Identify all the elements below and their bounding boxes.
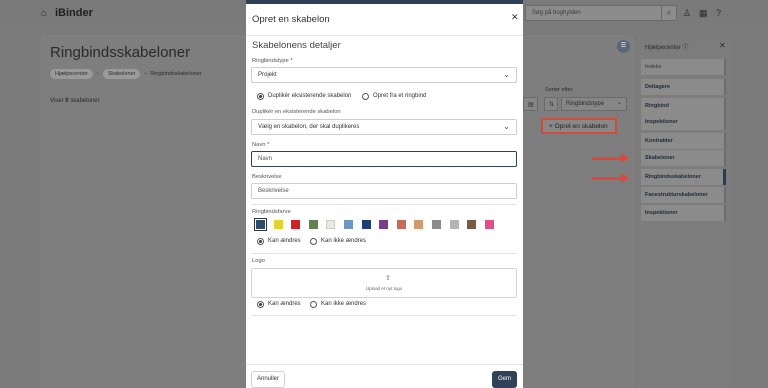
list-view-icon[interactable]: ▤ bbox=[523, 97, 538, 111]
bookshelf-search-input[interactable]: Søg på boghylden ⌕ bbox=[525, 5, 677, 21]
description-input[interactable]: Beskrivelse bbox=[251, 183, 517, 199]
help-item-index[interactable]: Indeks bbox=[641, 59, 726, 75]
result-count: Viser 0 skabeloner bbox=[50, 98, 100, 104]
count-suffix: skabeloner bbox=[68, 98, 100, 104]
color-can-change-radio[interactable] bbox=[257, 238, 264, 245]
name-input[interactable]: Navn bbox=[251, 151, 517, 167]
color-swatch[interactable] bbox=[396, 220, 406, 229]
color-swatch[interactable] bbox=[467, 220, 477, 229]
color-label: Ringbindsfarve bbox=[252, 209, 291, 215]
color-can-change-label: Kan ændres bbox=[268, 238, 301, 244]
color-swatch[interactable] bbox=[484, 220, 494, 229]
color-swatch[interactable] bbox=[432, 220, 441, 229]
breadcrumb-help-center[interactable]: Hjælpecenter bbox=[50, 69, 93, 79]
color-swatch[interactable] bbox=[379, 220, 389, 229]
breadcrumb-current: Ringbindsskabeloner bbox=[150, 71, 202, 77]
modal-title: Opret en skabelon bbox=[252, 14, 330, 25]
search-placeholder: Søg på boghylden bbox=[532, 10, 581, 16]
home-icon[interactable]: ⌂ bbox=[41, 8, 47, 19]
info-icon: ⓘ bbox=[682, 45, 689, 51]
arrow-annotation bbox=[592, 173, 629, 183]
color-swatch[interactable] bbox=[361, 220, 371, 229]
page-title: Ringbindsskabeloner bbox=[50, 44, 191, 61]
building-icon[interactable]: ▦ bbox=[699, 8, 708, 19]
logo-cannot-change-radio[interactable] bbox=[310, 301, 317, 308]
duplicate-value: Vælg en skabelon, der skal duplikeres bbox=[258, 124, 360, 130]
help-item-binder-templates[interactable]: Ringbindsskabeloner bbox=[641, 169, 726, 185]
upload-text: Upload et nyt logo bbox=[365, 286, 403, 291]
help-item-inspections-2[interactable]: Inspektioner bbox=[641, 205, 726, 221]
section-title: Skabelonens detaljer bbox=[252, 40, 341, 51]
logo-cannot-change-label: Kan ikke ændres bbox=[321, 301, 367, 307]
color-swatch[interactable] bbox=[449, 220, 459, 229]
binder-type-label: Ringbindstype * bbox=[252, 58, 293, 64]
help-title: Hjælpecenter bbox=[645, 45, 681, 51]
logo-label: Logo bbox=[252, 258, 265, 264]
help-item-tab-structure-templates[interactable]: Fanestrukturskabeloner bbox=[641, 187, 726, 203]
divider bbox=[251, 204, 517, 205]
help-item-binders[interactable]: Ringbind bbox=[641, 98, 726, 114]
close-icon[interactable]: ✕ bbox=[719, 41, 726, 50]
chevron-down-icon: ⌄ bbox=[503, 122, 510, 131]
color-swatch[interactable] bbox=[308, 220, 318, 229]
ibinder-logo[interactable]: iBinder bbox=[55, 7, 93, 19]
chevron-down-icon: ⌄ bbox=[503, 70, 510, 79]
help-item-templates[interactable]: Skabeloner bbox=[641, 150, 726, 166]
binder-type-value: Projekt bbox=[258, 72, 277, 78]
create-template-label: Opret en skabelon bbox=[554, 123, 608, 130]
divider bbox=[251, 253, 517, 254]
help-circle-icon[interactable]: ? bbox=[716, 8, 721, 18]
upload-icon: ⇪ bbox=[385, 275, 391, 282]
help-item-participants[interactable]: Deltagere bbox=[641, 79, 726, 95]
radio-create-from-binder[interactable] bbox=[362, 93, 369, 100]
logo-can-change-label: Kan ændres bbox=[268, 301, 301, 307]
color-swatch[interactable] bbox=[414, 220, 424, 229]
color-cannot-change-radio[interactable] bbox=[310, 238, 317, 245]
name-label: Navn * bbox=[252, 142, 270, 148]
create-template-button[interactable]: + Opret en skabelon bbox=[541, 118, 617, 134]
count-prefix: Viser bbox=[50, 98, 66, 104]
duplicate-template-select[interactable]: Vælg en skabelon, der skal duplikeres ⌄ bbox=[251, 119, 517, 135]
cancel-button[interactable]: Annuller bbox=[251, 371, 285, 388]
color-cannot-change-label: Kan ikke ændres bbox=[321, 238, 367, 244]
breadcrumb-templates[interactable]: Skabeloner bbox=[102, 69, 141, 79]
help-item-inspections[interactable]: Inspektioner bbox=[641, 114, 726, 130]
menu-icon[interactable]: ☰ bbox=[617, 40, 630, 53]
color-swatch[interactable] bbox=[273, 220, 283, 229]
breadcrumb: Hjælpecenter › Skabeloner › Ringbindsska… bbox=[50, 69, 202, 79]
logo-upload-area[interactable]: ⇪ Upload et nyt logo bbox=[251, 268, 517, 298]
sort-label: Sorter efter bbox=[545, 87, 573, 93]
help-item-contracts[interactable]: Kontrakter bbox=[641, 133, 726, 149]
divider bbox=[251, 315, 517, 316]
duplicate-label: Duplikér en eksisterende skabelon bbox=[252, 109, 341, 115]
description-label: Beskrivelse bbox=[252, 174, 282, 180]
color-swatch[interactable] bbox=[253, 217, 268, 232]
radio-create-label: Opret fra et ringbind bbox=[373, 93, 427, 99]
save-button[interactable]: Gem bbox=[492, 371, 517, 388]
binder-type-select[interactable]: Projekt ⌄ bbox=[251, 67, 517, 83]
search-icon[interactable]: ⌕ bbox=[661, 6, 676, 20]
sort-select[interactable]: Ringbindstype ⌄ bbox=[561, 97, 627, 111]
close-icon[interactable]: ✕ bbox=[511, 12, 519, 23]
help-center-title: Hjælpecenter ⓘ bbox=[645, 42, 688, 51]
user-icon[interactable]: ♙ bbox=[683, 8, 691, 19]
color-swatch[interactable] bbox=[326, 220, 336, 229]
radio-duplicate[interactable] bbox=[257, 93, 264, 100]
chevron-right-icon: › bbox=[96, 71, 99, 77]
color-swatch[interactable] bbox=[344, 220, 353, 229]
logo-can-change-radio[interactable] bbox=[257, 301, 264, 308]
sort-icon[interactable]: ⇅ bbox=[544, 97, 558, 111]
modal-footer bbox=[246, 364, 523, 388]
radio-duplicate-label: Duplikér eksisterende skabelon bbox=[268, 93, 352, 99]
arrow-annotation bbox=[592, 153, 629, 163]
chevron-right-icon: › bbox=[144, 71, 147, 77]
color-swatch[interactable] bbox=[291, 220, 301, 229]
create-template-modal: Opret en skabelon ✕ Skabelonens detaljer… bbox=[246, 0, 523, 388]
sort-value: Ringbindstype bbox=[566, 101, 605, 107]
chevron-down-icon: ⌄ bbox=[616, 100, 622, 106]
